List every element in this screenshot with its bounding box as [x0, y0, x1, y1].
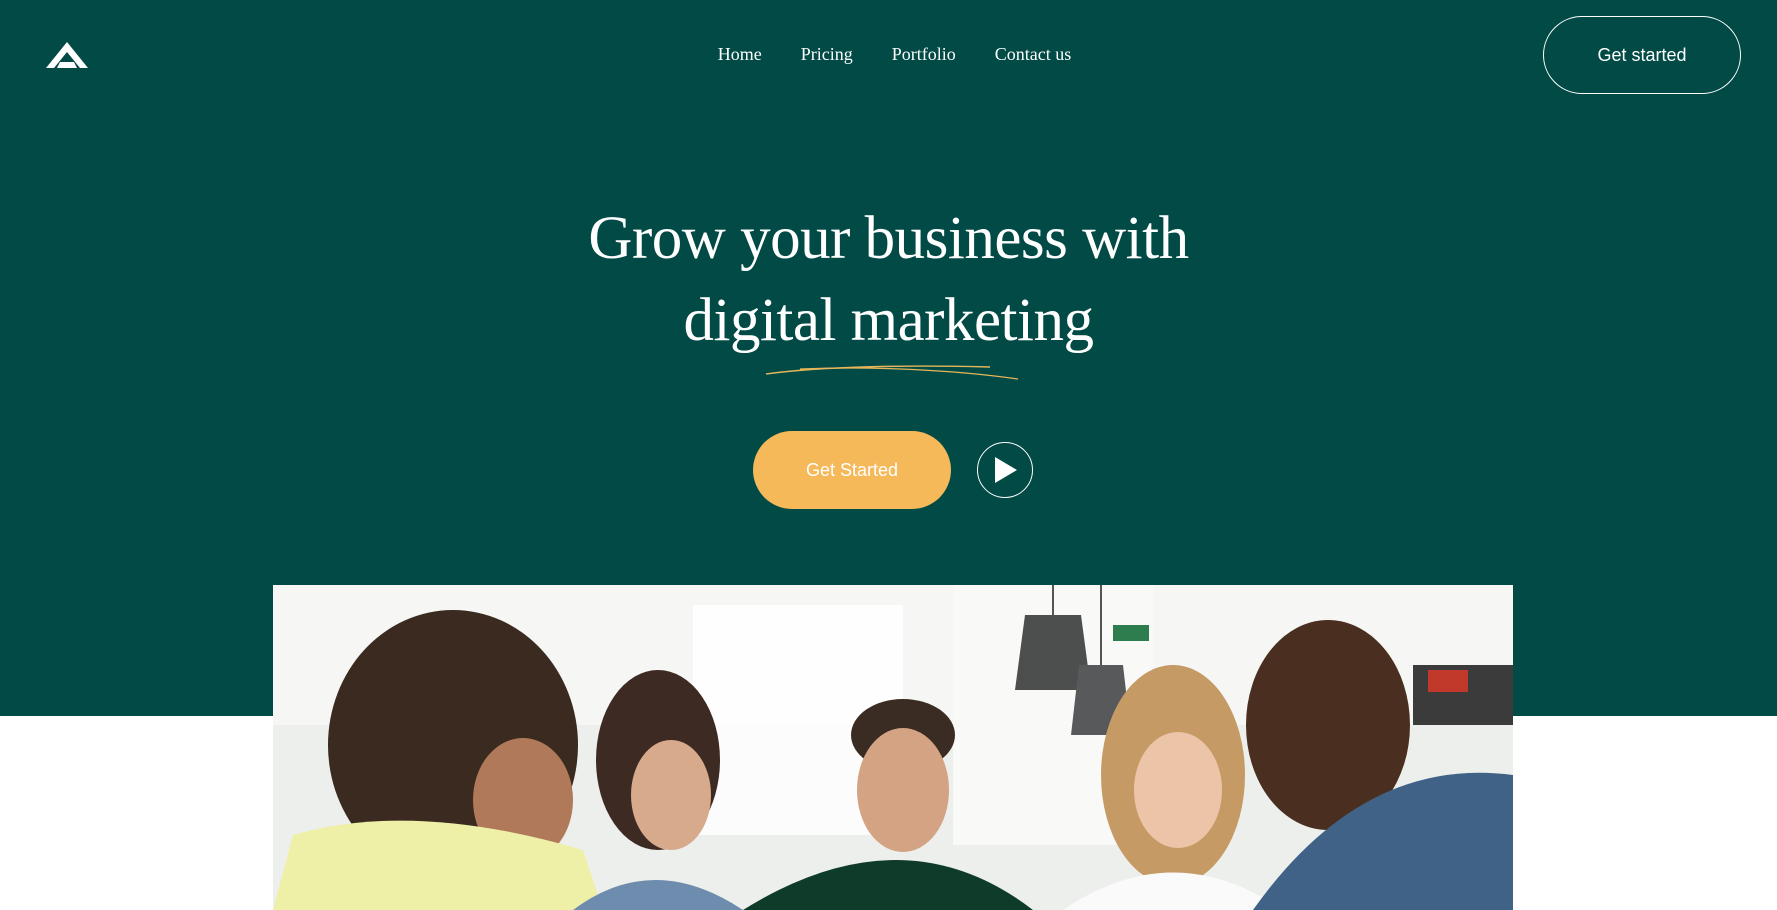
navbar: Home Pricing Portfolio Contact us Get st…	[0, 0, 1777, 110]
nav-link-contact[interactable]: Contact us	[995, 44, 1072, 65]
play-video-button[interactable]	[977, 442, 1033, 498]
hero-headline: Grow your business with digital marketin…	[0, 198, 1777, 362]
header-get-started-button[interactable]: Get started	[1543, 16, 1741, 94]
main-nav: Home Pricing Portfolio Contact us	[0, 44, 1777, 65]
nav-link-pricing[interactable]: Pricing	[801, 44, 853, 65]
hero-get-started-button[interactable]: Get Started	[753, 431, 951, 509]
hero-headline-line-2: digital marketing	[683, 287, 1094, 354]
nav-link-home[interactable]: Home	[718, 44, 762, 65]
hero-cta-row: Get Started	[0, 431, 1777, 509]
headline-underline-decoration	[765, 365, 1019, 380]
play-icon	[995, 457, 1017, 483]
team-meeting-illustration	[273, 585, 1513, 910]
hero-team-photo	[273, 585, 1513, 910]
hero-headline-line-1: Grow your business with	[588, 205, 1189, 272]
nav-link-portfolio[interactable]: Portfolio	[892, 44, 956, 65]
